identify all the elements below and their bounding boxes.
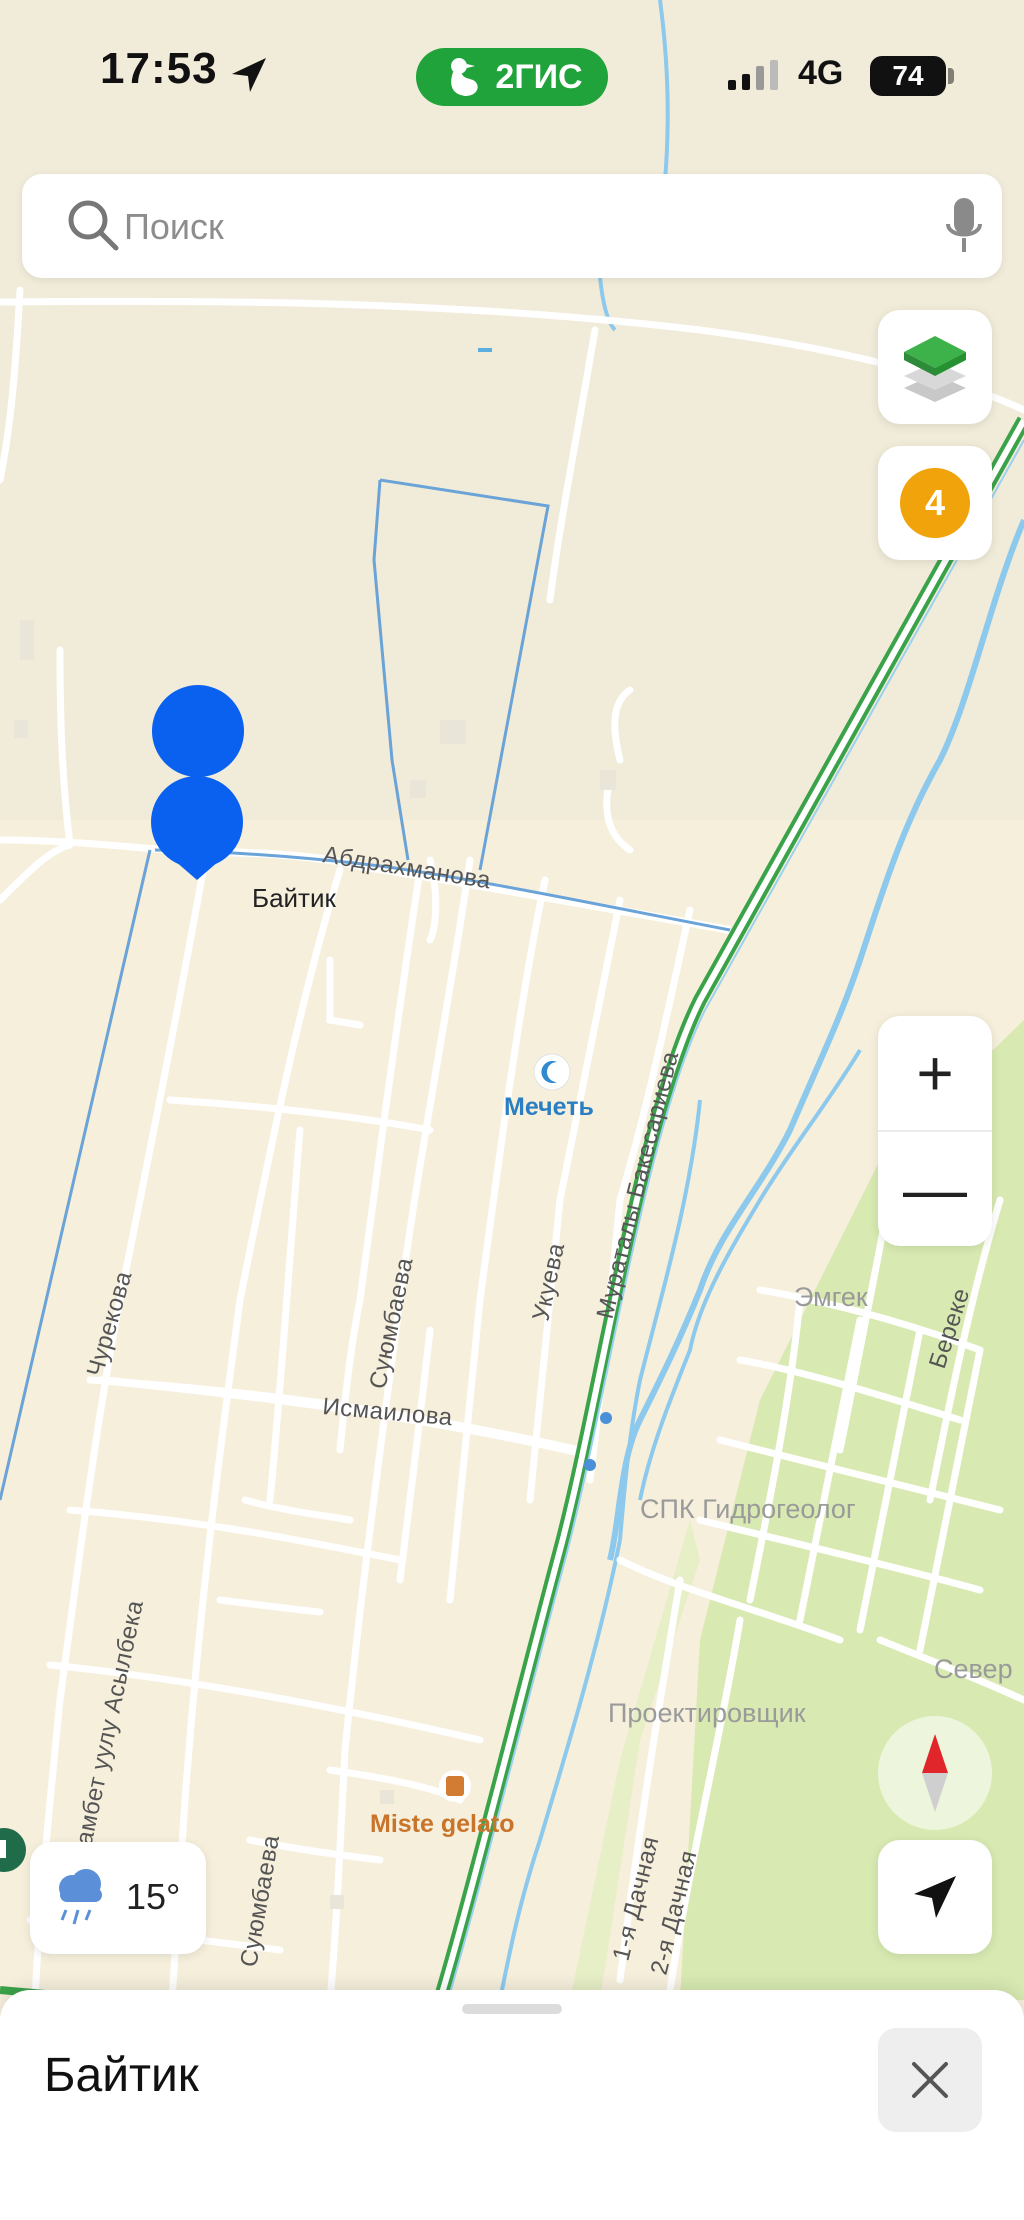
- zoom-controls: + —: [878, 1016, 992, 1246]
- label-emgek: Эмгек: [794, 1282, 868, 1312]
- brand-badge[interactable]: 2ГИС: [416, 48, 608, 106]
- search-icon: [68, 200, 119, 251]
- rain-cloud-icon: [59, 1869, 102, 1925]
- label-spk: СПК Гидрогеолог: [640, 1494, 856, 1524]
- label-mosque[interactable]: Мечеть: [504, 1093, 594, 1121]
- close-icon: [912, 2062, 948, 2098]
- status-time: 17:53: [100, 44, 218, 93]
- weather-widget[interactable]: 15°: [30, 1842, 206, 1954]
- goose-logo-icon: [451, 58, 479, 96]
- close-button[interactable]: [878, 2028, 982, 2132]
- battery-tip: [948, 68, 954, 84]
- search-bar[interactable]: [22, 174, 1002, 278]
- network-type: 4G: [798, 54, 844, 92]
- place-bottom-sheet[interactable]: Байтик: [0, 1990, 1024, 2220]
- my-location-button[interactable]: [878, 1840, 992, 1954]
- place-title: Байтик: [44, 2049, 199, 2102]
- search-input[interactable]: [122, 198, 906, 256]
- label-miste-gelato[interactable]: Miste gelato: [370, 1810, 514, 1838]
- battery-indicator: 74: [870, 56, 946, 96]
- zoom-out-button[interactable]: —: [878, 1132, 992, 1246]
- zoom-in-button[interactable]: +: [878, 1016, 992, 1130]
- compass-icon: [922, 1734, 948, 1812]
- compass-button[interactable]: [878, 1716, 992, 1830]
- label-baitik: Байтик: [252, 883, 336, 913]
- layers-button[interactable]: [878, 310, 992, 424]
- ice-cream-icon: [439, 1770, 471, 1802]
- mosque-icon: [533, 1053, 571, 1091]
- cellular-signal-icon: [728, 60, 778, 90]
- sheet-drag-handle[interactable]: [462, 2004, 562, 2014]
- weather-temperature: 15°: [126, 1876, 181, 1917]
- layers-icon: [904, 336, 966, 402]
- label-sever: Север: [934, 1654, 1013, 1684]
- location-arrow-icon: [232, 58, 266, 92]
- microphone-icon[interactable]: [944, 194, 984, 258]
- brand-name: 2ГИС: [495, 57, 583, 96]
- label-proektirovshchik: Проектировщик: [608, 1698, 806, 1728]
- traffic-score-badge: 4: [900, 468, 970, 538]
- traffic-score-button[interactable]: 4: [878, 446, 992, 560]
- navigation-arrow-icon: [914, 1876, 956, 1918]
